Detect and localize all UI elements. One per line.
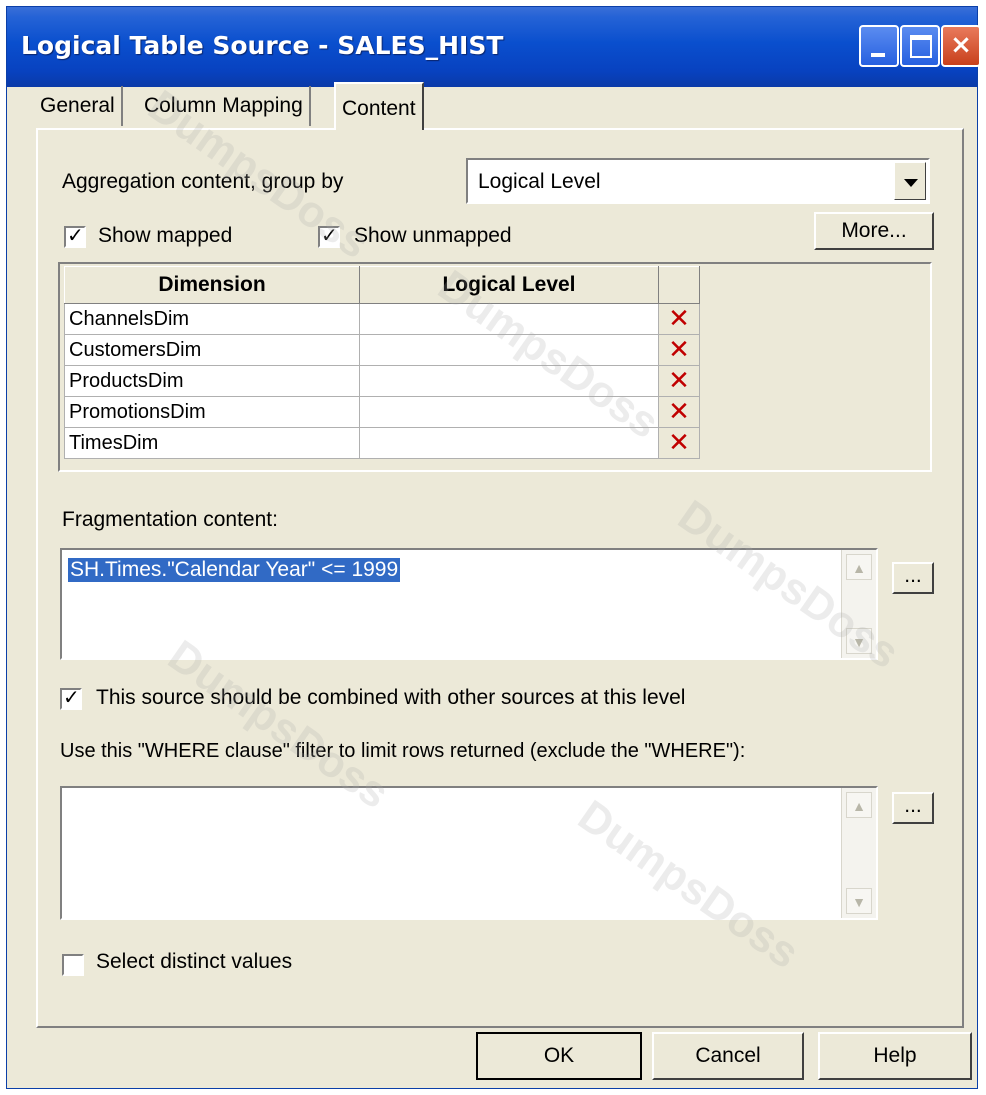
table-row[interactable]: TimesDim ✕ — [64, 427, 700, 459]
minimize-button[interactable] — [859, 25, 899, 67]
cancel-button[interactable]: Cancel — [652, 1032, 804, 1080]
logical-level-cell[interactable] — [359, 303, 659, 335]
aggregation-label: Aggregation content, group by — [62, 170, 344, 193]
chevron-down-icon[interactable] — [894, 162, 926, 200]
combine-sources-label: This source should be combined with othe… — [96, 686, 686, 709]
checkmark-icon: ✓ — [67, 223, 84, 247]
ok-button[interactable]: OK — [476, 1032, 642, 1080]
checkmark-icon: ✓ — [63, 685, 80, 709]
aggregation-combo-value: Logical Level — [478, 170, 601, 193]
title-bar[interactable]: Logical Table Source - SALES_HIST × — [7, 7, 981, 87]
table-row[interactable]: CustomersDim ✕ — [64, 334, 700, 366]
logical-level-cell[interactable] — [359, 365, 659, 397]
tab-content[interactable]: Content — [334, 82, 424, 130]
logical-level-cell[interactable] — [359, 427, 659, 459]
delete-x-icon[interactable]: ✕ — [658, 396, 700, 428]
help-button[interactable]: Help — [818, 1032, 972, 1080]
fragmentation-ellipsis-button[interactable]: ... — [892, 562, 934, 594]
table-row[interactable]: ChannelsDim ✕ — [64, 303, 700, 335]
where-ellipsis-button[interactable]: ... — [892, 792, 934, 824]
scroll-up-icon[interactable]: ▲ — [846, 792, 872, 818]
combine-sources-checkbox[interactable]: ✓ — [60, 685, 82, 710]
tab-general[interactable]: General — [34, 86, 123, 126]
tab-column-mapping[interactable]: Column Mapping — [138, 86, 311, 126]
scroll-down-icon[interactable]: ▼ — [846, 628, 872, 654]
vertical-scrollbar[interactable]: ▲ ▼ — [841, 550, 876, 658]
dimension-grid: Dimension Logical Level ChannelsDim ✕ Cu… — [64, 266, 700, 459]
fragmentation-value: SH.Times."Calendar Year" <= 1999 — [68, 558, 401, 582]
dimension-cell[interactable]: ChannelsDim — [64, 303, 360, 335]
more-button[interactable]: More... — [814, 212, 934, 250]
scroll-up-icon[interactable]: ▲ — [846, 554, 872, 580]
delete-x-icon[interactable]: ✕ — [658, 303, 700, 335]
logical-level-cell[interactable] — [359, 396, 659, 428]
show-mapped-label: Show mapped — [98, 224, 233, 247]
close-button[interactable]: × — [941, 25, 981, 67]
grid-header-row: Dimension Logical Level — [64, 266, 700, 304]
column-header-logical-level[interactable]: Logical Level — [359, 266, 659, 304]
column-header-dimension[interactable]: Dimension — [64, 266, 360, 304]
aggregation-combo[interactable]: Logical Level — [466, 158, 930, 204]
where-clause-textarea[interactable]: ▲ ▼ — [60, 786, 878, 920]
delete-x-icon[interactable]: ✕ — [658, 427, 700, 459]
scroll-down-icon[interactable]: ▼ — [846, 888, 872, 914]
select-distinct-checkbox[interactable] — [62, 954, 84, 976]
vertical-scrollbar[interactable]: ▲ ▼ — [841, 788, 876, 918]
fragmentation-textarea[interactable]: SH.Times."Calendar Year" <= 1999 ▲ ▼ — [60, 548, 878, 660]
maximize-button[interactable] — [900, 25, 940, 67]
dimension-cell[interactable]: CustomersDim — [64, 334, 360, 366]
dimension-cell[interactable]: TimesDim — [64, 427, 360, 459]
select-distinct-label: Select distinct values — [96, 950, 293, 973]
table-row[interactable]: PromotionsDim ✕ — [64, 396, 700, 428]
checkmark-icon: ✓ — [321, 223, 338, 247]
delete-x-icon[interactable]: ✕ — [658, 365, 700, 397]
table-row[interactable]: ProductsDim ✕ — [64, 365, 700, 397]
close-icon: × — [950, 30, 972, 60]
dimension-cell[interactable]: ProductsDim — [64, 365, 360, 397]
where-clause-label: Use this "WHERE clause" filter to limit … — [60, 740, 746, 762]
logical-level-cell[interactable] — [359, 334, 659, 366]
delete-x-icon[interactable]: ✕ — [658, 334, 700, 366]
show-unmapped-checkbox[interactable]: ✓ — [318, 223, 340, 248]
column-header-delete — [658, 266, 700, 304]
show-unmapped-label: Show unmapped — [354, 224, 512, 247]
show-mapped-checkbox[interactable]: ✓ — [64, 223, 86, 248]
window-title: Logical Table Source - SALES_HIST — [21, 31, 504, 60]
dimension-cell[interactable]: PromotionsDim — [64, 396, 360, 428]
fragmentation-label: Fragmentation content: — [62, 508, 278, 531]
